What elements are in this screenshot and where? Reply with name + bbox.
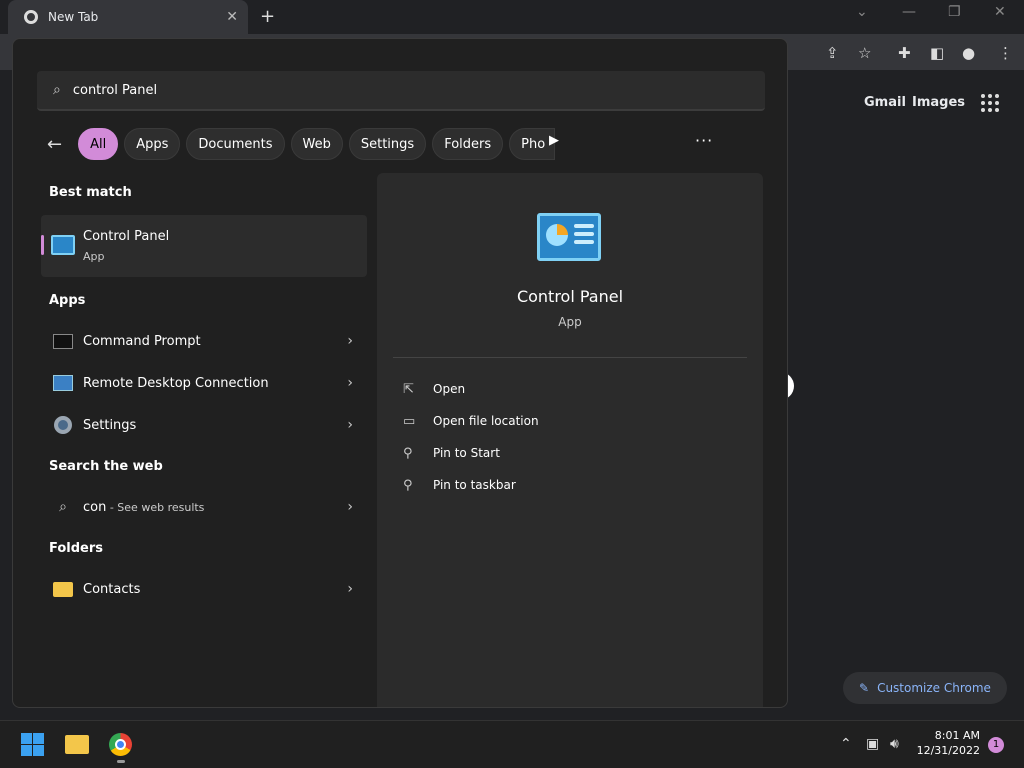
- action-label: Pin to Start: [433, 446, 500, 460]
- google-apps-icon[interactable]: [981, 94, 999, 112]
- list-item-label: Command Prompt: [83, 333, 201, 349]
- filter-folders[interactable]: Folders: [432, 128, 504, 160]
- bookmark-star-icon[interactable]: ☆: [858, 44, 871, 62]
- chevron-right-icon[interactable]: ›: [347, 417, 353, 433]
- action-pin-to-taskbar[interactable]: ⚲ Pin to taskbar: [403, 473, 516, 497]
- browser-tab-bar: New Tab ✕ + ⌄ — ❐ ✕: [0, 0, 1024, 34]
- clock-time: 8:01 AM: [934, 729, 980, 742]
- search-icon: ⌕: [53, 82, 61, 98]
- detail-type: App: [558, 315, 582, 329]
- running-indicator: [117, 760, 125, 763]
- extensions-icon[interactable]: ✚: [898, 44, 911, 62]
- filter-all[interactable]: All: [78, 128, 119, 160]
- show-hidden-icons-chevron-icon[interactable]: ⌃: [840, 736, 852, 752]
- detail-pane: Control Panel App ⇱ Open ▭ Open file loc…: [377, 173, 763, 707]
- best-match-item[interactable]: Control Panel App: [41, 215, 367, 277]
- settings-gear-icon: [53, 416, 73, 434]
- customize-chrome-button[interactable]: ✎ Customize Chrome: [843, 672, 1007, 704]
- images-link[interactable]: Images: [912, 95, 965, 110]
- start-button-windows-icon[interactable]: [21, 733, 44, 756]
- network-icon[interactable]: ▣: [866, 736, 879, 752]
- detail-name: Control Panel: [516, 287, 624, 306]
- filter-web[interactable]: Web: [290, 128, 343, 160]
- action-open-file-location[interactable]: ▭ Open file location: [403, 409, 539, 433]
- search-web-heading: Search the web: [49, 459, 163, 474]
- scroll-filters-right-icon[interactable]: ▶: [549, 133, 559, 148]
- action-pin-to-start[interactable]: ⚲ Pin to Start: [403, 441, 500, 465]
- web-search-label: con - See web results: [83, 499, 205, 515]
- list-item-label: Remote Desktop Connection: [83, 375, 269, 391]
- new-tab-button[interactable]: +: [260, 6, 275, 27]
- action-label: Open file location: [433, 414, 539, 428]
- filter-apps[interactable]: Apps: [124, 128, 181, 160]
- tab-title: New Tab: [48, 10, 99, 24]
- menu-kebab-icon[interactable]: ⋮: [998, 44, 1013, 62]
- filter-settings[interactable]: Settings: [348, 128, 427, 160]
- action-label: Pin to taskbar: [433, 478, 516, 492]
- chevron-right-icon[interactable]: ›: [347, 499, 353, 515]
- clock-date: 12/31/2022: [916, 744, 980, 757]
- gmail-link[interactable]: Gmail: [864, 95, 906, 110]
- more-options-icon[interactable]: ···: [695, 131, 713, 150]
- list-item-label: Contacts: [83, 581, 141, 597]
- filter-bar: ← All Apps Documents Web Settings Folder…: [47, 127, 561, 161]
- folder-outline-icon: ▭: [403, 413, 416, 429]
- action-open[interactable]: ⇱ Open: [403, 377, 465, 401]
- file-explorer-icon[interactable]: [65, 735, 89, 754]
- folder-icon: [53, 580, 73, 598]
- divider: [393, 357, 747, 358]
- best-match-name: Control Panel: [83, 229, 170, 244]
- list-item-label: Settings: [83, 417, 137, 433]
- folders-heading: Folders: [49, 541, 104, 556]
- apps-heading: Apps: [49, 293, 86, 308]
- start-search-flyout: ⌕ ← All Apps Documents Web Settings Fold…: [12, 38, 788, 708]
- search-box[interactable]: ⌕: [37, 71, 765, 111]
- pin-icon: ⚲: [403, 445, 413, 461]
- list-item-command-prompt[interactable]: Command Prompt ›: [41, 321, 367, 361]
- notification-badge[interactable]: 1: [988, 737, 1004, 753]
- search-input[interactable]: [72, 82, 713, 98]
- command-prompt-icon: [53, 332, 73, 350]
- search-icon: ⌕: [59, 499, 67, 515]
- list-item-settings[interactable]: Settings ›: [41, 405, 367, 445]
- side-panel-icon[interactable]: ◧: [930, 44, 944, 62]
- selection-accent: [41, 235, 44, 255]
- open-external-icon: ⇱: [403, 381, 414, 397]
- chrome-taskbar-icon[interactable]: [109, 733, 132, 756]
- best-match-type: App: [83, 250, 105, 263]
- window-close-icon[interactable]: ✕: [994, 4, 1006, 20]
- chevron-right-icon[interactable]: ›: [347, 375, 353, 391]
- customize-chrome-label: Customize Chrome: [877, 681, 991, 695]
- list-item-web-search[interactable]: ⌕ con - See web results ›: [41, 487, 367, 527]
- chevron-right-icon[interactable]: ›: [347, 333, 353, 349]
- filter-documents[interactable]: Documents: [186, 128, 285, 160]
- volume-icon[interactable]: 🔊︎: [890, 736, 899, 752]
- back-arrow-icon[interactable]: ←: [47, 134, 62, 155]
- system-clock[interactable]: 8:01 AM 12/31/2022: [914, 728, 980, 758]
- minimize-icon[interactable]: —: [902, 4, 916, 20]
- chevron-right-icon[interactable]: ›: [347, 581, 353, 597]
- restore-icon[interactable]: ❐: [948, 4, 961, 20]
- control-panel-icon: [51, 235, 75, 255]
- tab-close-icon[interactable]: ✕: [226, 9, 238, 25]
- control-panel-large-icon: [537, 213, 601, 261]
- share-icon[interactable]: ⇪: [826, 44, 839, 62]
- action-label: Open: [433, 382, 466, 396]
- pencil-icon: ✎: [859, 681, 870, 695]
- pin-icon: ⚲: [403, 477, 413, 493]
- profile-icon[interactable]: ●: [962, 44, 975, 62]
- list-item-remote-desktop[interactable]: Remote Desktop Connection ›: [41, 363, 367, 403]
- best-match-heading: Best match: [49, 185, 132, 200]
- list-item-contacts[interactable]: Contacts ›: [41, 569, 367, 609]
- browser-tab[interactable]: New Tab ✕: [8, 0, 248, 34]
- tab-search-chevron-icon[interactable]: ⌄: [856, 4, 868, 20]
- chrome-favicon-icon: [24, 10, 38, 24]
- remote-desktop-icon: [53, 374, 73, 392]
